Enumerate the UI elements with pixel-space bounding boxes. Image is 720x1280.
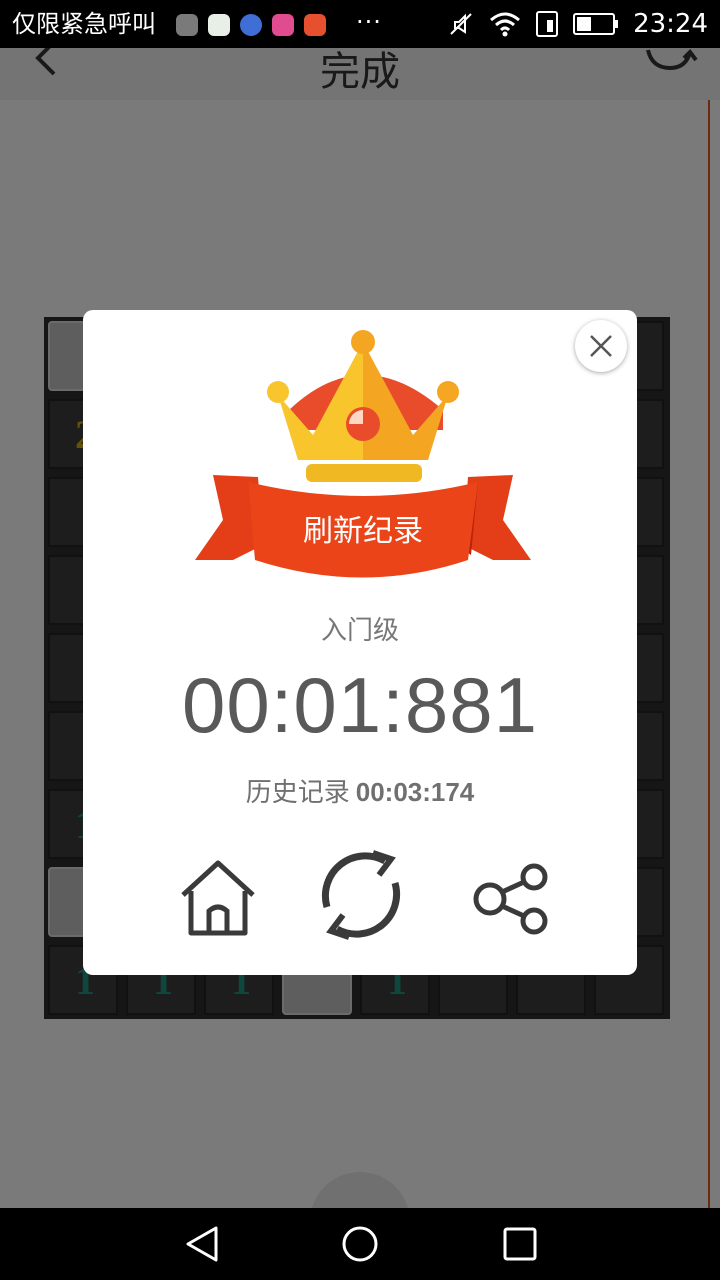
restart-icon bbox=[321, 850, 401, 940]
share-button[interactable] bbox=[468, 845, 558, 945]
status-bar: 仅限紧急呼叫 ··· 23:24 bbox=[0, 0, 720, 48]
battery-icon bbox=[573, 13, 619, 35]
record-dialog: 刷新纪录 入门级 00:01:881 历史记录 00:03:174 bbox=[83, 310, 637, 975]
difficulty-level: 入门级 bbox=[320, 616, 399, 646]
app-icon-1 bbox=[176, 14, 198, 36]
close-button[interactable] bbox=[575, 320, 627, 372]
history-value: 00:03:174 bbox=[355, 777, 475, 807]
app-icon-2 bbox=[208, 14, 230, 36]
sim-icon bbox=[536, 11, 559, 37]
back-icon[interactable] bbox=[180, 1222, 224, 1266]
banner-text: 刷新纪录 bbox=[303, 514, 423, 549]
home-icon bbox=[181, 860, 255, 936]
recents-icon[interactable] bbox=[498, 1222, 542, 1266]
carrier-text: 仅限紧急呼叫 bbox=[12, 10, 156, 38]
home-circle-icon[interactable] bbox=[338, 1222, 382, 1266]
clock: 23:24 bbox=[633, 9, 708, 39]
more-indicator: ··· bbox=[356, 8, 382, 36]
restart-button[interactable] bbox=[307, 845, 417, 945]
home-button[interactable] bbox=[173, 845, 263, 945]
share-icon bbox=[473, 863, 548, 935]
history-record: 历史记录 00:03:174 bbox=[83, 772, 637, 809]
mute-icon bbox=[450, 13, 472, 35]
history-label: 历史记录 bbox=[245, 778, 350, 808]
notification-icons bbox=[176, 12, 326, 38]
record-time: 00:01:881 bbox=[181, 661, 538, 749]
navigation-bar bbox=[0, 1208, 720, 1280]
close-icon bbox=[590, 335, 612, 357]
app-icon-5 bbox=[304, 14, 326, 36]
wifi-icon bbox=[490, 12, 521, 37]
app-icon-3 bbox=[240, 14, 262, 36]
app-icon-4 bbox=[272, 14, 294, 36]
